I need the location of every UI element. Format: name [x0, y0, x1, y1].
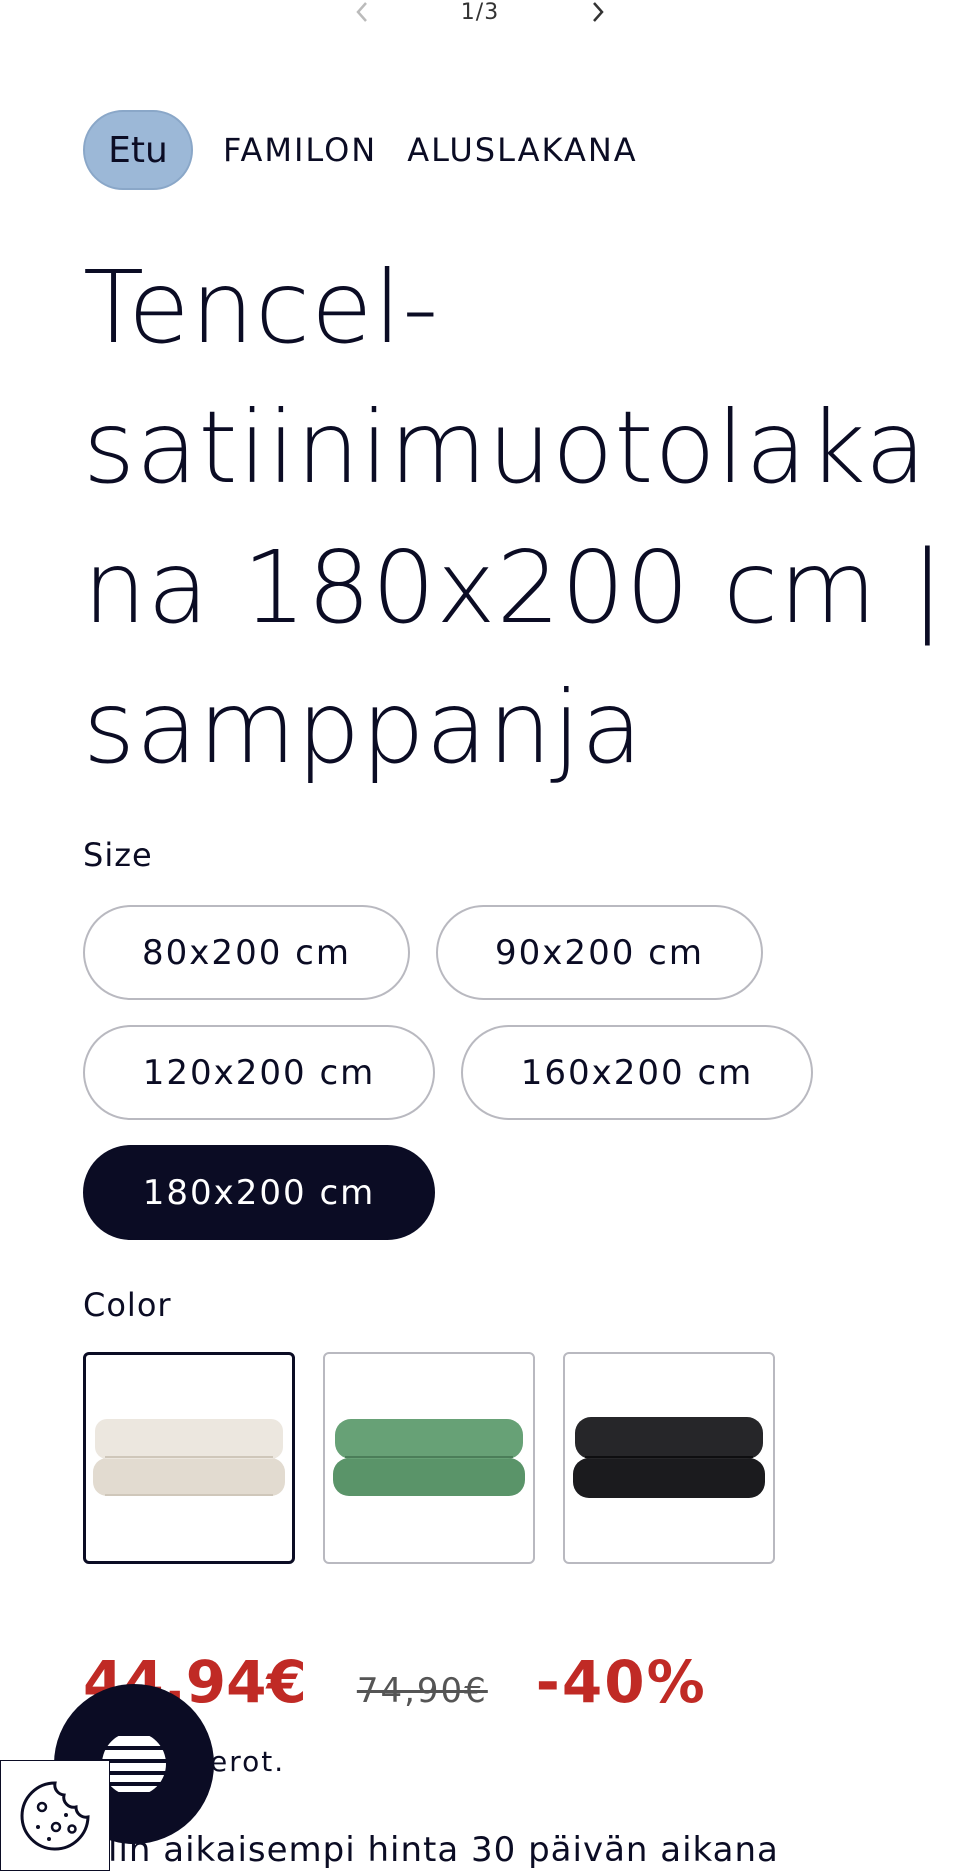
color-label: Color	[83, 1286, 172, 1324]
product-title-line: Tencel-	[83, 249, 440, 366]
folded-sheet-green-image	[333, 1419, 525, 1496]
chevron-left-icon	[356, 2, 367, 22]
cookie-icon	[20, 1780, 90, 1850]
gallery-pager: 1/3	[350, 0, 610, 25]
product-title-line: samppanja	[83, 669, 644, 786]
size-option-90x200[interactable]: 90x200 cm	[436, 905, 763, 1000]
product-title: Tencel- satiinimuotolaka na 180x200 cm |…	[83, 238, 946, 798]
next-slide-button[interactable]	[586, 0, 610, 24]
tax-note: erot.	[210, 1745, 286, 1778]
product-title-line: na 180x200 cm |	[83, 529, 946, 646]
size-option-180x200[interactable]: 180x200 cm	[83, 1145, 435, 1240]
product-title-line: satiinimuotolaka	[83, 389, 928, 506]
color-swatch-green[interactable]	[323, 1352, 535, 1564]
cookie-settings-button[interactable]	[0, 1760, 110, 1871]
breadcrumb-link-familon[interactable]: FAMILON	[223, 131, 377, 169]
size-option-160x200[interactable]: 160x200 cm	[461, 1025, 813, 1120]
folded-sheet-champagne-image	[93, 1419, 285, 1496]
chevron-right-icon	[593, 2, 604, 22]
color-swatch-champagne[interactable]	[83, 1352, 295, 1564]
color-swatch-black[interactable]	[563, 1352, 775, 1564]
breadcrumb: Etu FAMILON ALUSLAKANA	[83, 110, 638, 190]
folded-sheet-black-image	[573, 1417, 765, 1498]
previous-slide-button[interactable]	[350, 0, 374, 24]
size-option-120x200[interactable]: 120x200 cm	[83, 1025, 435, 1120]
original-price: 74,90€	[356, 1671, 488, 1711]
previous-price-note: lin aikaisempi hinta 30 päivän aikana	[108, 1830, 779, 1870]
size-option-80x200[interactable]: 80x200 cm	[83, 905, 410, 1000]
breadcrumb-home-link[interactable]: Etu	[83, 110, 193, 190]
size-label: Size	[83, 836, 153, 874]
breadcrumb-link-aluslakana[interactable]: ALUSLAKANA	[407, 131, 637, 169]
chat-icon	[102, 1736, 166, 1792]
discount-badge: -40%	[535, 1648, 707, 1716]
slide-counter: 1/3	[460, 0, 500, 25]
